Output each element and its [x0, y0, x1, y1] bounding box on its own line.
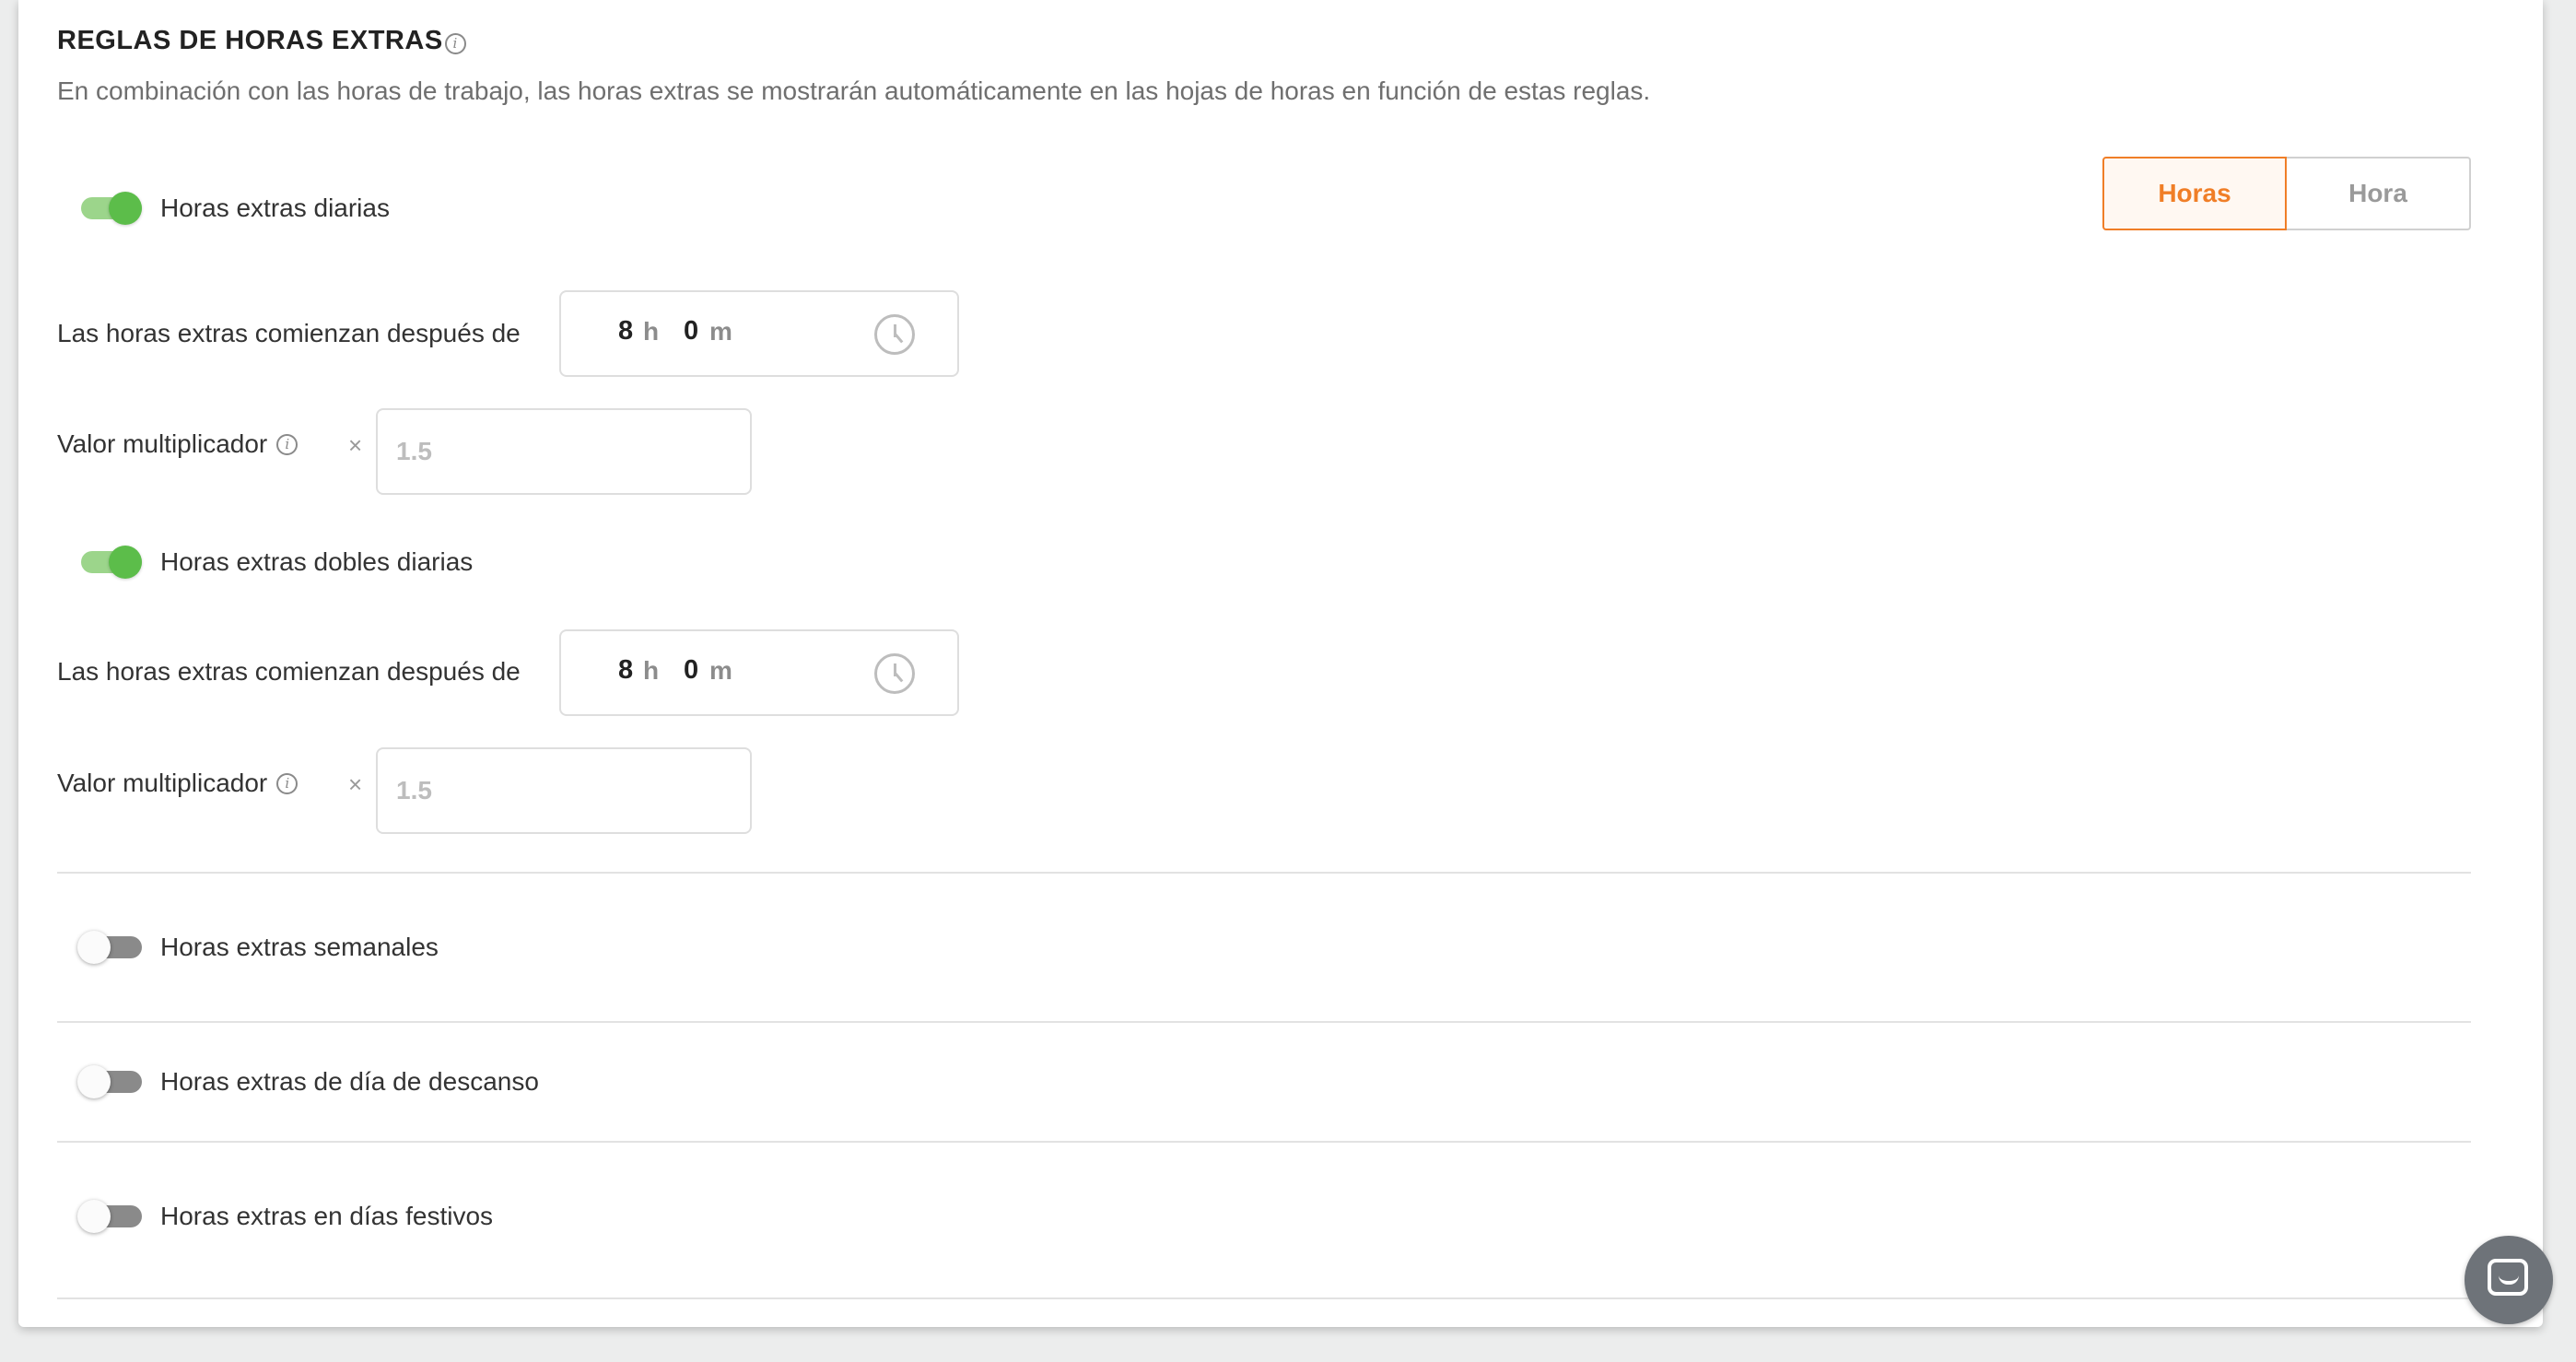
minutes-value: 0: [684, 655, 699, 685]
double-overtime-label: Horas extras dobles diarias: [160, 547, 474, 576]
rest-day-overtime-toggle[interactable]: [77, 1065, 142, 1098]
divider: [57, 872, 2471, 874]
daily-overtime-row: Horas extras diarias: [77, 192, 390, 225]
divider: [57, 1021, 2471, 1023]
unit-mode-toggle: Horas Hora: [2102, 157, 2471, 230]
info-icon[interactable]: i: [444, 33, 466, 54]
chat-bubble-icon: [2488, 1259, 2528, 1296]
toggle-knob: [109, 192, 142, 225]
clock-icon[interactable]: [874, 653, 915, 694]
hours-value: 8: [618, 655, 634, 685]
double-overtime-row: Horas extras dobles diarias: [77, 546, 473, 579]
daily-overtime-toggle[interactable]: [77, 192, 142, 225]
weekly-overtime-label: Horas extras semanales: [160, 933, 439, 961]
rest-day-overtime-row: Horas extras de día de descanso: [77, 1065, 539, 1098]
daily-multiplier-label-row: Valor multiplicador i: [57, 429, 299, 459]
double-multiplier-label: Valor multiplicador: [57, 769, 268, 797]
times-symbol: ×: [348, 431, 363, 459]
daily-multiplier-input[interactable]: [376, 408, 752, 495]
weekly-overtime-toggle[interactable]: [77, 931, 142, 964]
hours-unit: h: [643, 317, 660, 346]
holiday-overtime-toggle[interactable]: [77, 1200, 142, 1233]
minutes-unit: m: [709, 317, 732, 346]
chat-widget-button[interactable]: [2465, 1236, 2553, 1324]
mode-option-horas[interactable]: Horas: [2102, 157, 2287, 230]
toggle-knob: [77, 1200, 111, 1233]
daily-multiplier-label: Valor multiplicador: [57, 429, 268, 458]
holiday-overtime-row: Horas extras en días festivos: [77, 1200, 493, 1233]
times-symbol: ×: [348, 770, 363, 798]
divider: [57, 1141, 2471, 1143]
weekly-overtime-row: Horas extras semanales: [77, 931, 439, 964]
divider: [57, 1297, 2471, 1299]
info-icon[interactable]: i: [276, 433, 299, 455]
double-multiplier-label-row: Valor multiplicador i: [57, 769, 299, 798]
mode-option-hora[interactable]: Hora: [2287, 157, 2471, 230]
minutes-unit: m: [709, 656, 732, 685]
clock-icon[interactable]: [874, 314, 915, 355]
section-title-text: REGLAS DE HORAS EXTRAS: [57, 26, 443, 55]
info-icon[interactable]: i: [276, 772, 299, 794]
overtime-rules-card: REGLAS DE HORAS EXTRAS i En combinación …: [18, 0, 2543, 1327]
double-multiplier-input[interactable]: [376, 747, 752, 834]
daily-overtime-label: Horas extras diarias: [160, 194, 390, 222]
daily-start-time-input[interactable]: 8 h 0 m: [559, 290, 959, 377]
section-title: REGLAS DE HORAS EXTRAS i: [57, 26, 466, 56]
hours-unit: h: [643, 656, 660, 685]
double-start-time-input[interactable]: 8 h 0 m: [559, 629, 959, 716]
toggle-knob: [77, 931, 111, 964]
minutes-value: 0: [684, 316, 699, 346]
double-start-label: Las horas extras comienzan después de: [57, 657, 521, 686]
rest-day-overtime-label: Horas extras de día de descanso: [160, 1067, 539, 1096]
section-description: En combinación con las horas de trabajo,…: [57, 76, 1651, 105]
hours-value: 8: [618, 316, 634, 346]
holiday-overtime-label: Horas extras en días festivos: [160, 1202, 494, 1230]
toggle-knob: [77, 1065, 111, 1098]
daily-start-label: Las horas extras comienzan después de: [57, 319, 521, 347]
toggle-knob: [109, 546, 142, 579]
double-overtime-toggle[interactable]: [77, 546, 142, 579]
